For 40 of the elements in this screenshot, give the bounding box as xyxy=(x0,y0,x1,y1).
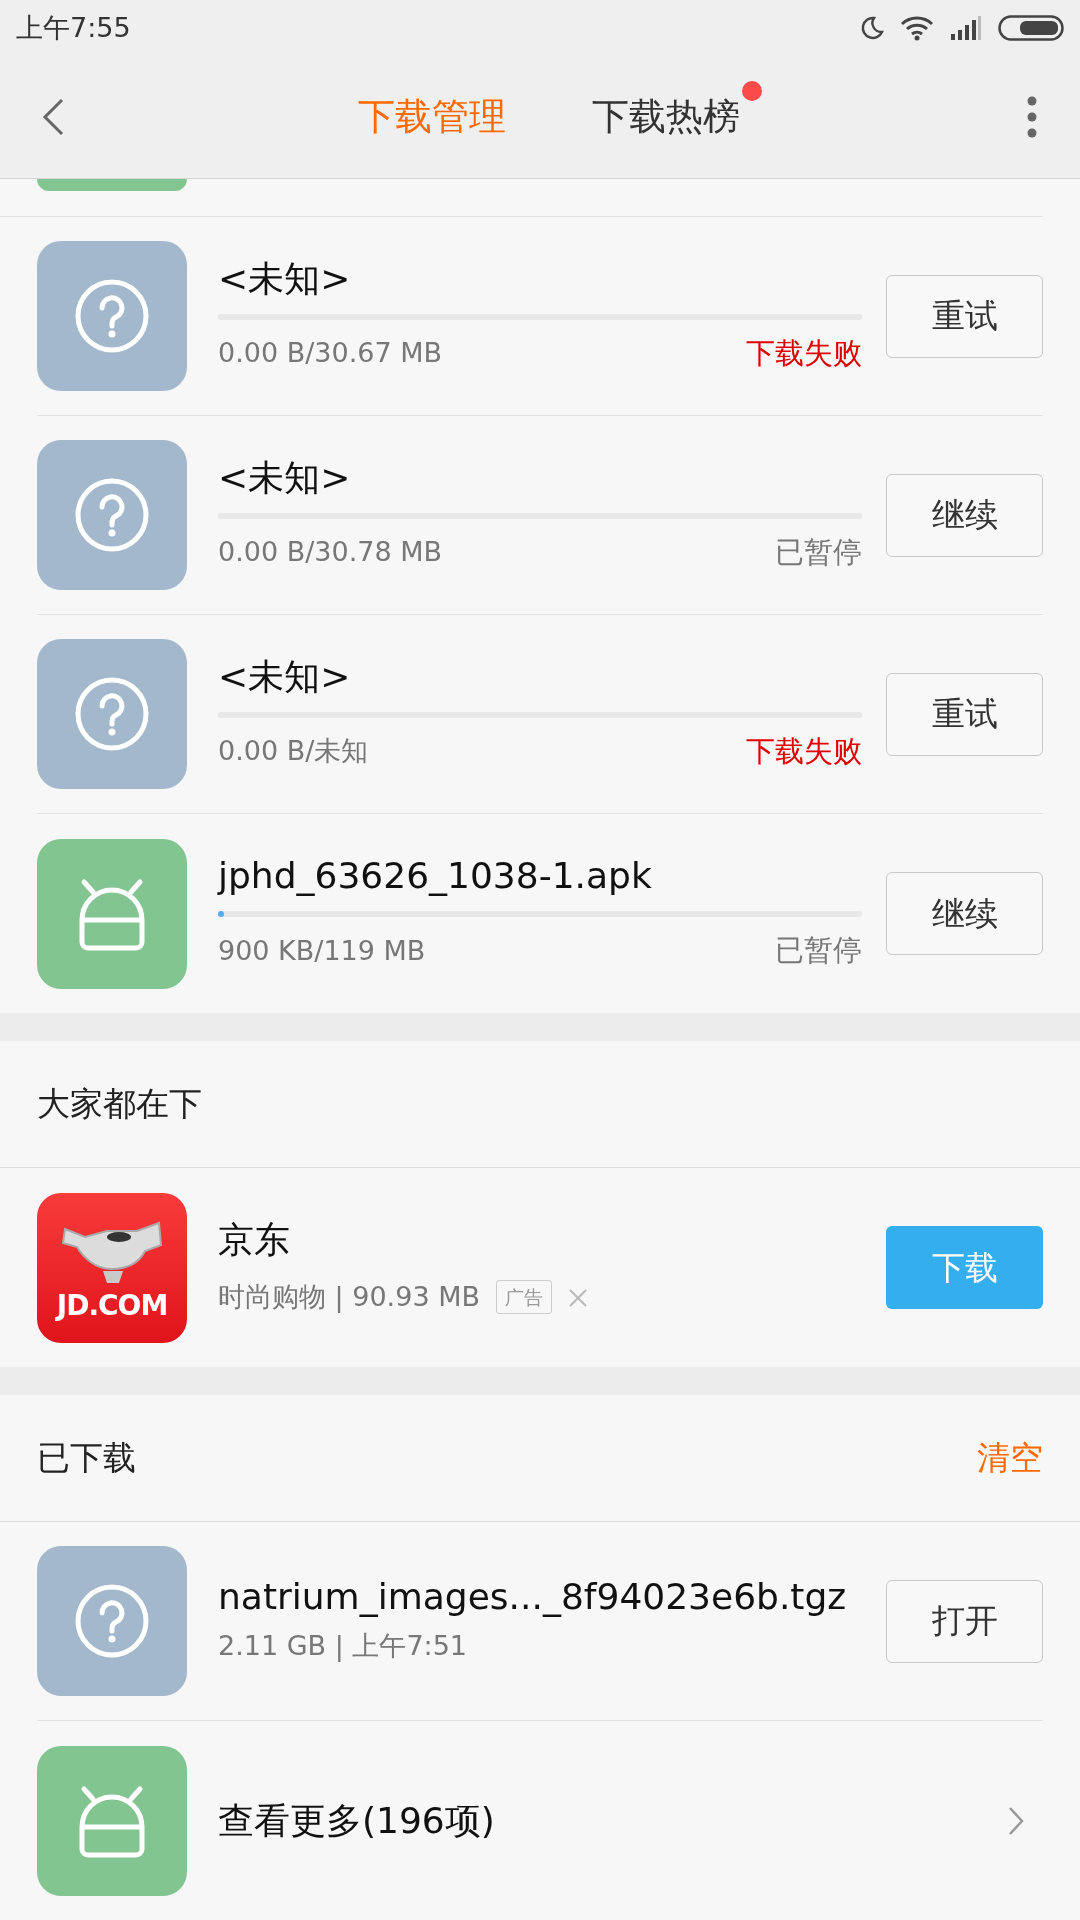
app-info: 时尚购物 | 90.93 MB xyxy=(218,1279,480,1315)
file-name: jphd_63626_1038-1.apk xyxy=(218,854,653,898)
section-title: 已下载 xyxy=(37,1437,136,1480)
file-size: 0.00 B/未知 xyxy=(218,734,369,769)
signal-icon xyxy=(950,16,982,40)
file-size: 0.00 B/30.67 MB xyxy=(218,336,442,371)
ad-label: 广告 xyxy=(495,1279,552,1315)
download-status: 下载失败 xyxy=(746,334,862,372)
wifi-icon xyxy=(900,15,934,41)
battery-icon xyxy=(998,15,1064,41)
app-icon xyxy=(37,1546,187,1696)
file-name: <未知> xyxy=(218,654,352,698)
file-name: natrium_images..._8f94023e6b.tgz xyxy=(218,1575,848,1619)
app-icon xyxy=(37,1745,187,1896)
download-status: 已暂停 xyxy=(775,533,862,571)
logo-text: JD.COM xyxy=(56,1287,168,1324)
action-button[interactable]: 重试 xyxy=(886,672,1043,756)
file-info: 2.11 GB | 上午7:51 xyxy=(218,1629,469,1664)
action-button[interactable]: 继续 xyxy=(886,473,1043,557)
app-icon xyxy=(37,179,187,191)
open-button[interactable]: 打开 xyxy=(886,1579,1043,1663)
download-status: 已暂停 xyxy=(775,932,862,970)
file-size: 0.00 B/30.78 MB xyxy=(218,535,442,570)
file-size: 900 KB/119 MB xyxy=(218,933,426,968)
app-icon xyxy=(37,440,187,590)
action-button[interactable]: 继续 xyxy=(886,872,1043,955)
app-icon xyxy=(37,838,187,989)
file-name: <未知> xyxy=(218,455,352,499)
file-name: <未知> xyxy=(218,256,352,300)
download-status: 下载失败 xyxy=(746,732,862,770)
action-button[interactable]: 重试 xyxy=(886,274,1043,358)
app-name: 京东 xyxy=(218,1217,291,1261)
tab[interactable]: 下载热榜 xyxy=(592,89,740,145)
view-more-link[interactable]: 查看更多(196项) xyxy=(218,1798,983,1843)
section-title: 大家都在下 xyxy=(37,1083,202,1126)
back-button[interactable] xyxy=(40,97,66,137)
clock-time: 上午7:55 xyxy=(16,10,131,45)
app-icon xyxy=(37,241,187,391)
app-icon xyxy=(37,639,187,789)
more-menu-button[interactable] xyxy=(1026,95,1038,139)
